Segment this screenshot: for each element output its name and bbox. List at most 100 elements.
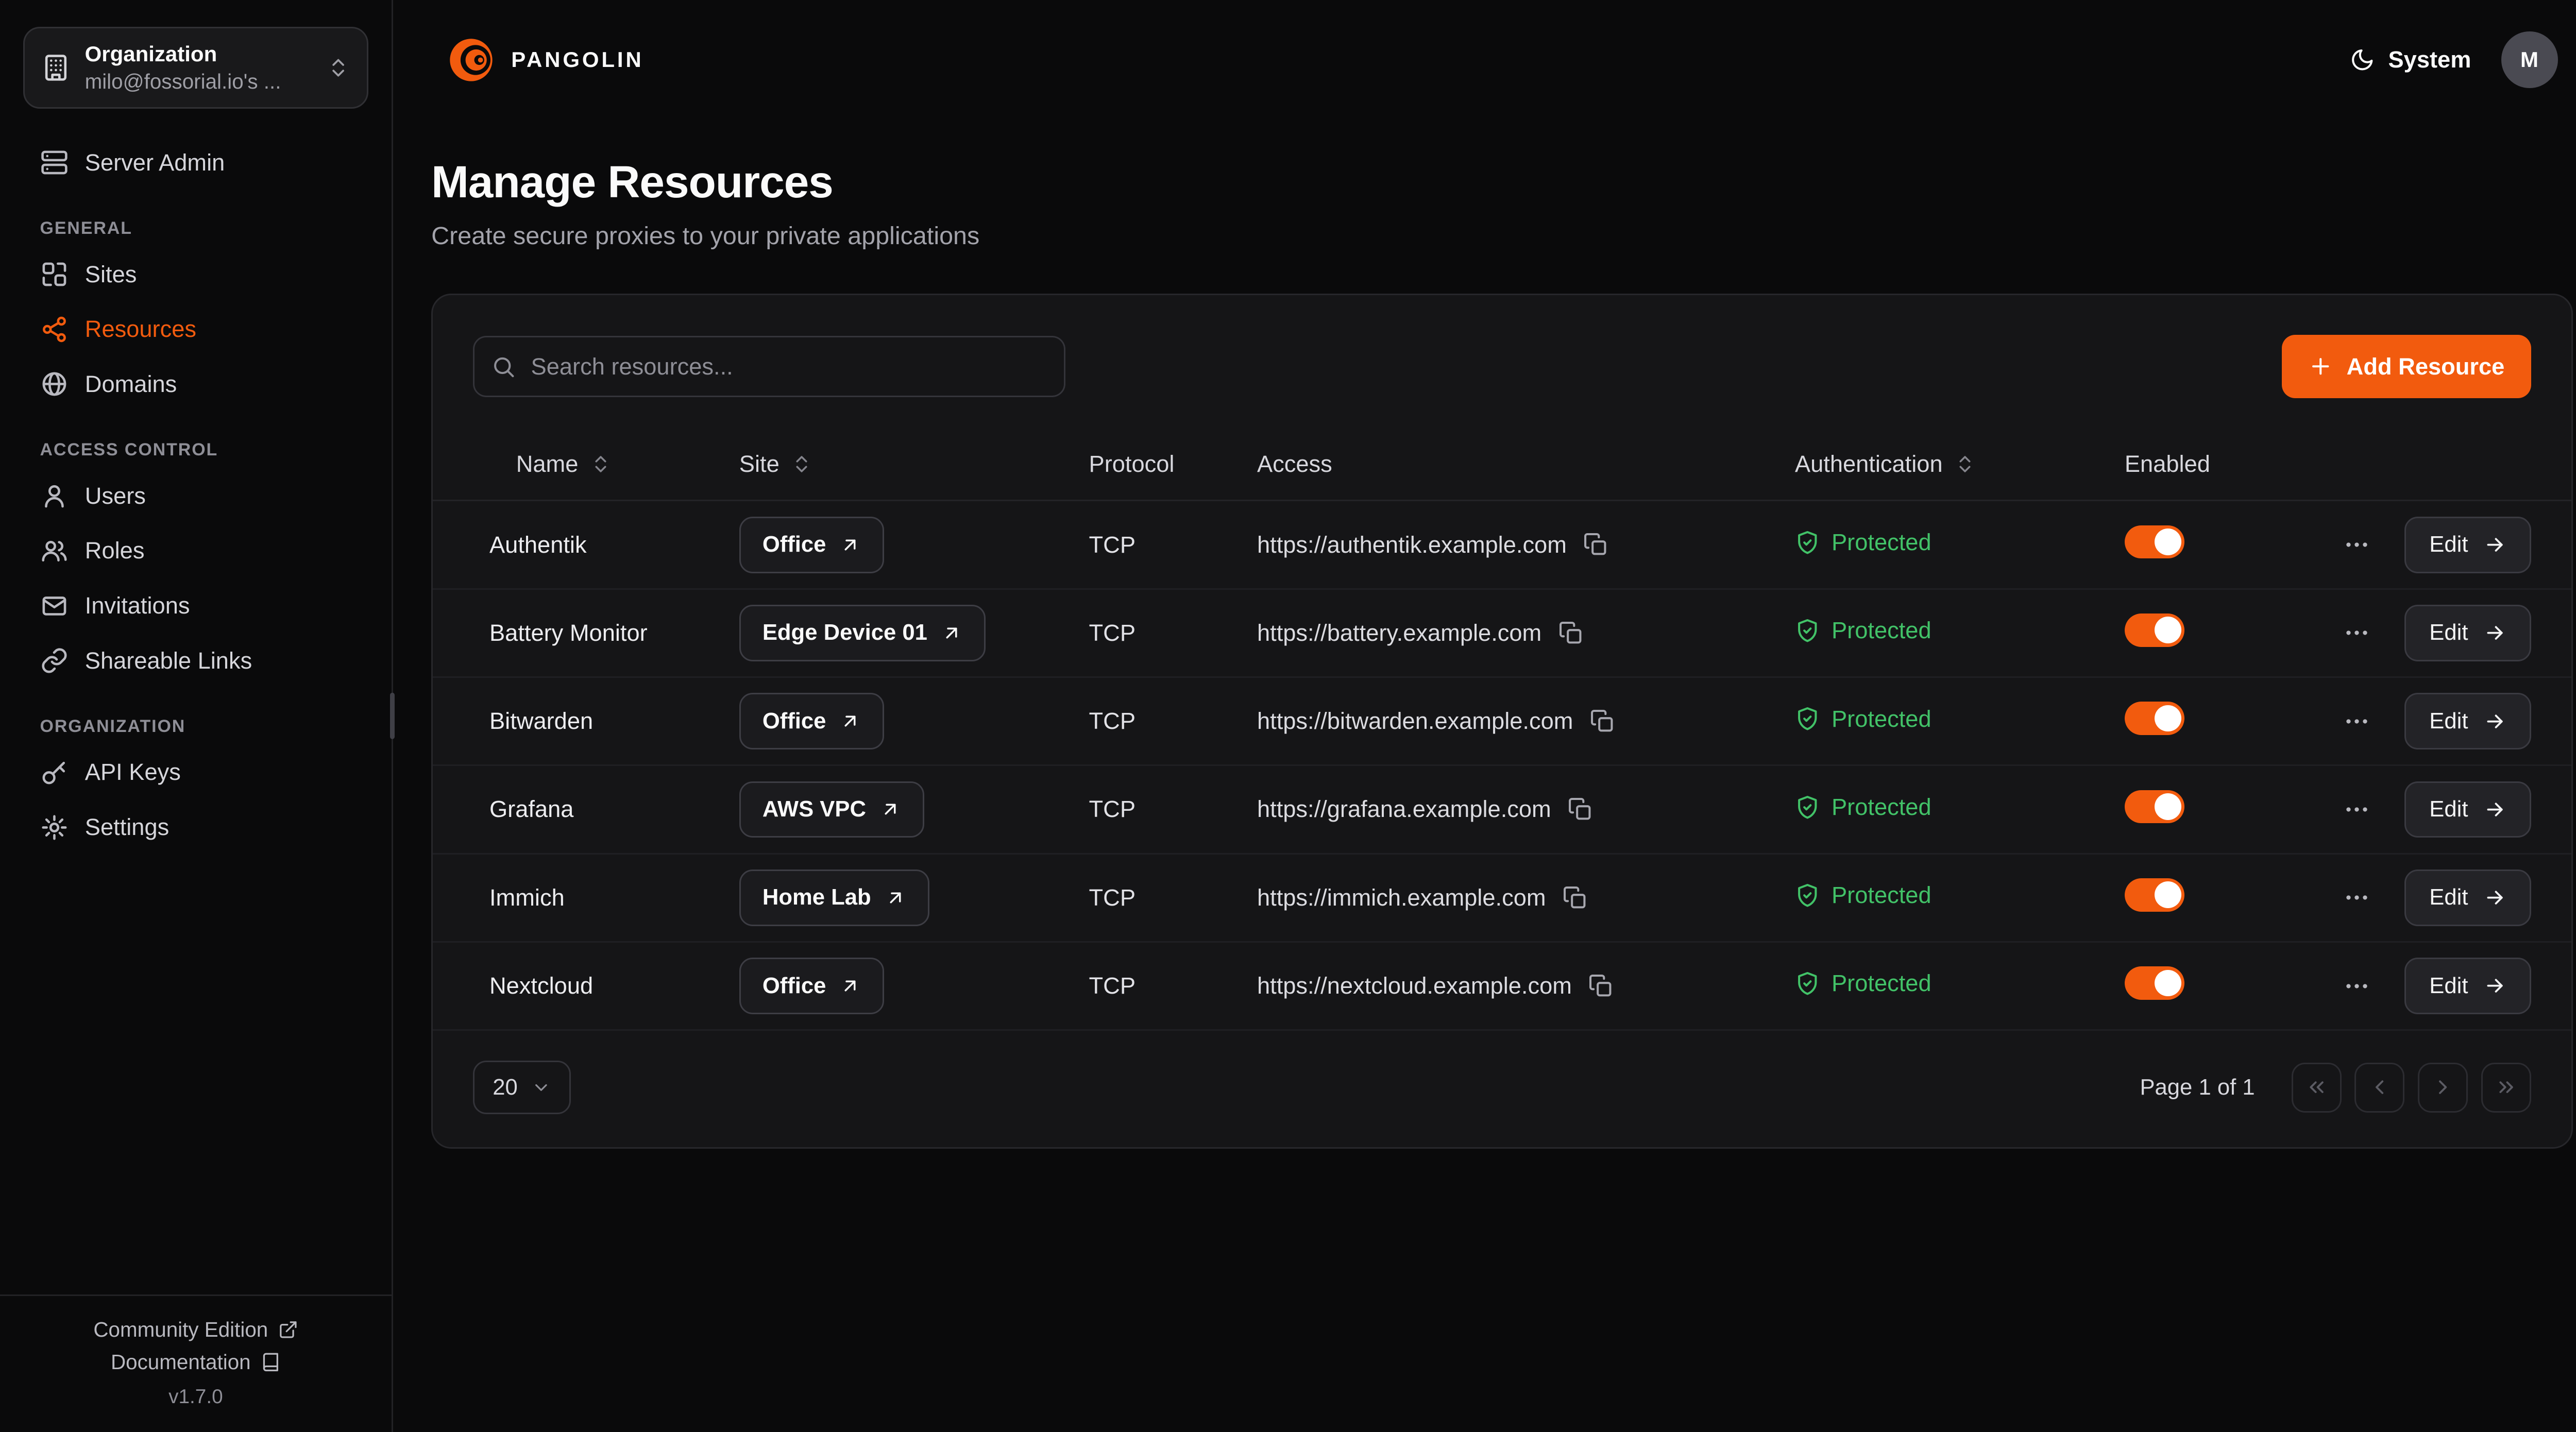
site-link-button[interactable]: Office xyxy=(739,958,885,1014)
resource-protocol: TCP xyxy=(1089,973,1257,999)
globe-icon xyxy=(40,370,69,398)
arrow-right-icon xyxy=(2483,886,2506,909)
moon-icon xyxy=(2350,47,2375,72)
resource-name: Immich xyxy=(489,884,739,911)
row-menu-button[interactable] xyxy=(2343,707,2371,736)
arrow-up-right-icon xyxy=(839,975,861,997)
row-menu-button[interactable] xyxy=(2343,972,2371,1000)
section-title-general: GENERAL xyxy=(23,218,368,238)
edit-button[interactable]: Edit xyxy=(2404,781,2531,838)
sidebar-item-label: Roles xyxy=(85,537,145,564)
authentication-status: Protected xyxy=(1795,617,1931,644)
row-menu-button[interactable] xyxy=(2343,619,2371,647)
resource-access-url: https://bitwarden.example.com xyxy=(1257,708,1573,735)
sidebar-item-sites[interactable]: Sites xyxy=(23,247,368,302)
org-selector[interactable]: Organization milo@fossorial.io's ... xyxy=(23,27,368,109)
first-page-button[interactable] xyxy=(2292,1063,2342,1113)
sidebar-item-label: Settings xyxy=(85,814,169,841)
row-menu-button[interactable] xyxy=(2343,795,2371,824)
sidebar-item-label: Sites xyxy=(85,261,137,288)
sidebar-item-resources[interactable]: Resources xyxy=(23,302,368,357)
last-page-button[interactable] xyxy=(2481,1063,2531,1113)
sidebar-item-users[interactable]: Users xyxy=(23,468,368,523)
theme-toggle-button[interactable]: System xyxy=(2350,46,2471,73)
column-label: Enabled xyxy=(2125,451,2210,478)
enabled-toggle[interactable] xyxy=(2125,702,2184,735)
arrow-right-icon xyxy=(2483,974,2506,997)
sidebar-resize-handle[interactable] xyxy=(390,693,395,739)
chevron-left-icon xyxy=(2368,1076,2391,1099)
copy-url-button[interactable] xyxy=(1583,532,1608,557)
sidebar-item-shareable-links[interactable]: Shareable Links xyxy=(23,633,368,688)
column-header-authentication[interactable]: Authentication xyxy=(1795,451,2125,478)
edit-button[interactable]: Edit xyxy=(2404,605,2531,661)
sidebar-item-api-keys[interactable]: API Keys xyxy=(23,745,368,800)
page-title: Manage Resources xyxy=(431,157,2573,208)
add-resource-button[interactable]: Add Resource xyxy=(2282,335,2531,398)
enabled-toggle[interactable] xyxy=(2125,525,2184,559)
avatar[interactable]: M xyxy=(2501,31,2558,88)
shield-check-icon xyxy=(1795,530,1820,555)
next-page-button[interactable] xyxy=(2418,1063,2468,1113)
arrow-up-right-icon xyxy=(839,710,861,732)
arrow-right-icon xyxy=(2483,621,2506,644)
site-link-button[interactable]: Office xyxy=(739,693,885,749)
theme-label: System xyxy=(2388,46,2471,73)
edit-button[interactable]: Edit xyxy=(2404,693,2531,749)
page-size-select[interactable]: 20 xyxy=(473,1061,571,1114)
edit-button[interactable]: Edit xyxy=(2404,958,2531,1014)
copy-url-button[interactable] xyxy=(1590,709,1615,734)
row-menu-button[interactable] xyxy=(2343,531,2371,559)
copy-url-button[interactable] xyxy=(1568,797,1592,822)
org-selector-text: Organization milo@fossorial.io's ... xyxy=(85,42,312,94)
table-header: NameSiteProtocolAccessAuthenticationEnab… xyxy=(433,428,2571,501)
main-area: PANGOLIN System M Manage Resources Creat… xyxy=(393,0,2576,1432)
row-menu-button[interactable] xyxy=(2343,883,2371,912)
shield-check-icon xyxy=(1795,795,1820,820)
column-header-name[interactable]: Name xyxy=(489,451,739,478)
pangolin-logo-icon xyxy=(446,35,496,85)
copy-url-button[interactable] xyxy=(1558,621,1583,645)
edit-button[interactable]: Edit xyxy=(2404,517,2531,573)
edit-button[interactable]: Edit xyxy=(2404,870,2531,926)
copy-url-button[interactable] xyxy=(1563,885,1587,910)
search-input[interactable] xyxy=(473,336,1066,398)
copy-url-button[interactable] xyxy=(1588,974,1613,998)
site-link-button[interactable]: AWS VPC xyxy=(739,781,924,838)
toggle-knob xyxy=(2155,970,2181,997)
enabled-toggle[interactable] xyxy=(2125,613,2184,647)
avatar-initial: M xyxy=(2520,47,2538,72)
sidebar-nav: Server Admin GENERAL Sites ResourcesDomains… xyxy=(23,135,368,1294)
enabled-toggle[interactable] xyxy=(2125,878,2184,912)
authentication-status: Protected xyxy=(1795,706,1931,732)
documentation-link[interactable]: Documentation xyxy=(111,1350,281,1374)
column-header-site[interactable]: Site xyxy=(739,451,1089,478)
section-title-access-control: ACCESS CONTROL xyxy=(23,440,368,460)
building-icon xyxy=(42,54,70,82)
site-link-button[interactable]: Office xyxy=(739,517,885,573)
sidebar-item-roles[interactable]: Roles xyxy=(23,523,368,578)
toggle-knob xyxy=(2155,705,2181,732)
sidebar-item-invitations[interactable]: Invitations xyxy=(23,578,368,634)
sidebar-item-server-admin[interactable]: Server Admin xyxy=(23,135,368,191)
community-edition-link[interactable]: Community Edition xyxy=(93,1318,298,1342)
site-link-button[interactable]: Edge Device 01 xyxy=(739,605,986,661)
sidebar: Organization milo@fossorial.io's ... Ser… xyxy=(0,0,393,1432)
enabled-toggle[interactable] xyxy=(2125,790,2184,824)
arrow-up-right-icon xyxy=(885,887,906,909)
resource-access-url: https://battery.example.com xyxy=(1257,620,1541,646)
column-label: Access xyxy=(1257,451,1332,478)
prev-page-button[interactable] xyxy=(2354,1063,2404,1113)
enabled-toggle[interactable] xyxy=(2125,966,2184,1000)
site-name: Office xyxy=(762,532,826,557)
topbar-right: System M xyxy=(2350,31,2557,88)
sidebar-item-settings[interactable]: Settings xyxy=(23,800,368,855)
sidebar-item-domains[interactable]: Domains xyxy=(23,357,368,412)
chevron-right-icon xyxy=(2431,1076,2454,1099)
link-icon xyxy=(40,646,69,675)
site-link-button[interactable]: Home Lab xyxy=(739,870,929,926)
resource-name: Grafana xyxy=(489,796,739,823)
edit-label: Edit xyxy=(2429,620,2468,645)
toggle-knob xyxy=(2155,881,2181,908)
edit-label: Edit xyxy=(2429,709,2468,734)
